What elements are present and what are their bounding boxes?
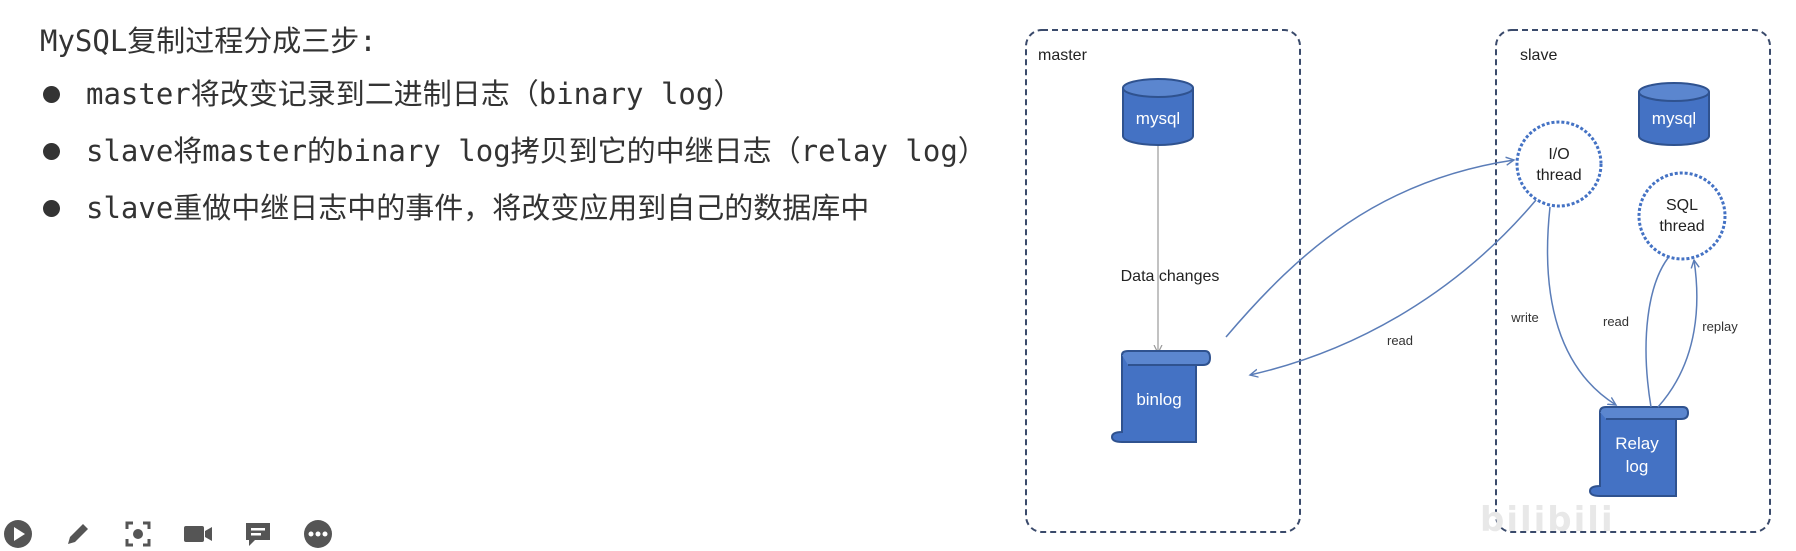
pen-button[interactable] <box>62 518 94 550</box>
master-mysql-db-icon: mysql <box>1122 78 1194 146</box>
data-changes-label: Data changes <box>1121 268 1220 285</box>
svg-text:log: log <box>1626 457 1649 476</box>
io-request-arrow <box>1225 160 1514 338</box>
read-binlog-arrow <box>1250 199 1537 375</box>
camera-icon <box>184 526 212 542</box>
svg-text:thread: thread <box>1536 167 1581 184</box>
pencil-icon <box>68 524 88 544</box>
svg-text:Relay: Relay <box>1615 434 1659 453</box>
comment-button[interactable] <box>242 518 274 550</box>
slave-label: slave <box>1520 47 1557 64</box>
write-label: write <box>1510 310 1538 325</box>
player-toolbar <box>2 518 334 550</box>
svg-text:SQL: SQL <box>1666 197 1698 214</box>
play-icon <box>4 520 32 548</box>
master-db-label: mysql <box>1136 109 1180 128</box>
screenshot-button[interactable] <box>122 518 154 550</box>
bilibili-watermark: bilibili <box>1480 500 1615 540</box>
read-relay-label: read <box>1603 314 1629 329</box>
io-thread-node: I/O thread <box>1515 120 1603 208</box>
binlog-scroll-icon: binlog <box>1110 350 1212 443</box>
read-binlog-label: read <box>1387 333 1413 348</box>
more-icon <box>304 520 332 548</box>
screenshot-icon <box>125 521 151 547</box>
camera-button[interactable] <box>182 518 214 550</box>
comment-icon <box>246 523 270 546</box>
read-relay-arrow <box>1645 257 1669 408</box>
sql-thread-node: SQL thread <box>1637 171 1727 261</box>
slide: MySQL复制过程分成三步: master将改变记录到二进制日志（binary … <box>0 0 1796 551</box>
slave-mysql-db-icon: mysql <box>1638 82 1710 146</box>
replay-label: replay <box>1702 319 1738 334</box>
replay-arrow <box>1657 260 1697 408</box>
slave-db-label: mysql <box>1652 109 1696 128</box>
master-label: master <box>1038 47 1088 64</box>
replication-diagram: master slave mysql Data changes binlog m… <box>1025 29 1771 533</box>
write-arrow <box>1546 206 1616 405</box>
relay-log-scroll-icon: Relay log <box>1588 406 1690 497</box>
svg-text:I/O: I/O <box>1548 146 1569 163</box>
play-button[interactable] <box>2 518 34 550</box>
more-button[interactable] <box>302 518 334 550</box>
svg-text:thread: thread <box>1659 218 1704 235</box>
binlog-label: binlog <box>1136 390 1181 409</box>
